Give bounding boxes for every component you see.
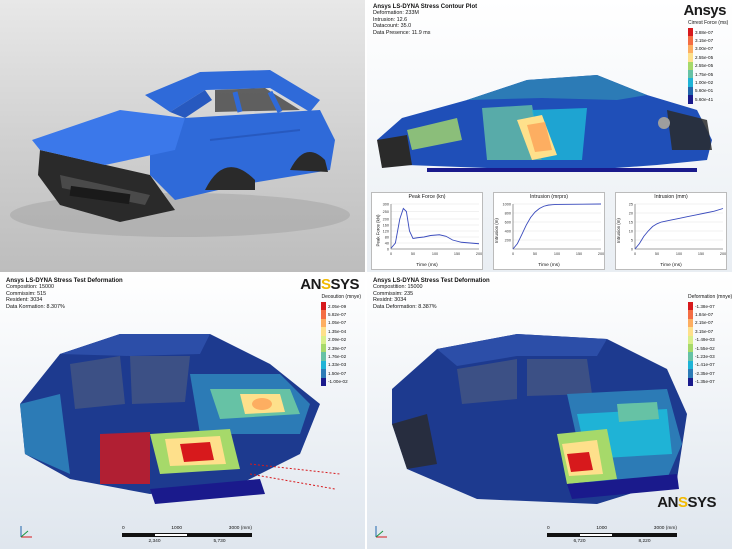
scale-value: 5,730: [213, 539, 226, 544]
y-tick-label: 200: [383, 218, 389, 222]
panel-car-render: [0, 0, 365, 272]
scale-tick: 3000 (mm): [653, 526, 677, 531]
panel-divider: [365, 0, 367, 549]
front-crash-car: [20, 334, 341, 504]
rear-crash-car: [392, 334, 687, 504]
scale-tick: 1000: [171, 526, 183, 531]
y-tick-label: 25: [629, 203, 633, 207]
x-tick-label: 0: [512, 252, 514, 256]
scale-bar-graphic: [547, 533, 677, 537]
ansys-logo-text: AN: [300, 276, 321, 293]
chart-xlabel: Time (ms): [416, 263, 438, 268]
axis-triad: [18, 524, 34, 540]
scale-value: 2,340: [148, 539, 161, 544]
axis-triad: [373, 524, 389, 540]
chart-plot-area: 0 5 10 15 20 25 0 50 100 150 200: [629, 203, 726, 257]
chart-title: Intrusion (mrprs): [529, 194, 569, 200]
scale-value: 8,220: [638, 539, 651, 544]
y-tick-label: 200: [505, 239, 511, 243]
x-tick-label: 150: [576, 252, 582, 256]
x-tick-label: 50: [411, 252, 415, 256]
chart-axes: [512, 204, 601, 250]
y-tick-label: 10: [629, 230, 633, 234]
scale-tick: 0: [122, 526, 125, 531]
y-tick-label: 20: [629, 212, 633, 216]
chart-peak-force: Peak Force (kn) Peak Force (kN) 0 40 80 120…: [371, 192, 483, 270]
panel-divider: [0, 272, 732, 274]
panel-stress-contour: Ansys LS-DYNA Stress Contour Plot Deform…: [367, 0, 732, 272]
y-tick-label: 250: [383, 210, 389, 214]
y-tick-label: 0: [387, 248, 389, 252]
y-tick-label: 40: [385, 242, 389, 246]
y-tick-label: 120: [383, 230, 389, 234]
scale-tick: 0: [547, 526, 550, 531]
ansys-logo: ANSSYS: [657, 494, 716, 511]
scale-bar: 0 1000 3000 (mm) 6,720 8,220: [547, 526, 677, 549]
chart-axes: [634, 204, 723, 250]
scale-values: 2,340 5,730: [122, 539, 252, 544]
series-line: [634, 208, 724, 250]
y-tick-label: 600: [505, 221, 511, 225]
series-line: [390, 207, 480, 249]
scale-bar-graphic: [122, 533, 252, 537]
axis-triad-icon: [375, 526, 387, 538]
y-tick-label: 800: [505, 212, 511, 216]
scale-ticks: 0 1000 3000 (mm): [122, 526, 252, 531]
x-tick-label: 0: [390, 252, 392, 256]
x-tick-label: 50: [533, 252, 537, 256]
scale-value: 6,720: [573, 539, 586, 544]
chart-title: Peak Force (kn): [408, 194, 446, 200]
y-tick-label: 5: [631, 239, 633, 243]
y-tick-label: 0: [631, 248, 633, 252]
x-tick-label: 100: [554, 252, 560, 256]
chart-xlabel: Time (ms): [538, 263, 560, 268]
chart-plot-area: 0 40 80 120 160 200 250 300 0 50 100 150 200: [383, 203, 483, 257]
ansys-logo-text: SYS: [330, 276, 359, 293]
x-tick-label: 100: [432, 252, 438, 256]
chart-intrusion-mm: Intrusion (mm) Intrusion (m) 0 5 10 15 20 25 0…: [615, 192, 727, 270]
y-tick-label: 160: [383, 224, 389, 228]
series-line: [512, 203, 602, 250]
panel-front-deformation: Ansys LS-DYNA Stress Test Deformation Co…: [0, 274, 365, 549]
scale-tick: 1000: [596, 526, 608, 531]
ansys-logo-text: SYS: [687, 494, 716, 511]
panel-rear-deformation: Ansys LS-DYNA Stress Test Deformation Co…: [367, 274, 732, 549]
axis-triad-icon: [20, 526, 32, 538]
x-tick-label: 200: [598, 252, 604, 256]
ansys-logo: ANSSYS: [300, 276, 359, 293]
car-render-illustration: [10, 70, 350, 237]
y-tick-label: 400: [505, 230, 511, 234]
chart-intrusion-mrprs: Intrusion (mrprs) Intrusion (m) 200 400 60…: [493, 192, 605, 270]
x-tick-label: 150: [454, 252, 460, 256]
y-tick-label: 15: [629, 221, 633, 225]
x-tick-label: 100: [676, 252, 682, 256]
render-grid: Ansys LS-DYNA Stress Contour Plot Deform…: [0, 0, 732, 549]
x-tick-label: 200: [476, 252, 482, 256]
scale-tick: 3000 (mm): [228, 526, 252, 531]
x-tick-label: 150: [698, 252, 704, 256]
scale-bar: 0 1000 3000 (mm) 2,340 5,730: [122, 526, 252, 549]
y-tick-label: 300: [383, 203, 389, 207]
chart-plot-area: 200 400 600 800 1000 0 50 100 150 200: [503, 203, 605, 257]
y-tick-label: 1000: [503, 203, 511, 207]
x-tick-label: 50: [655, 252, 659, 256]
scale-values: 6,720 8,220: [547, 539, 677, 544]
stress-contour-car: [377, 75, 712, 172]
chart-title: Intrusion (mm): [654, 194, 688, 200]
y-tick-label: 80: [385, 236, 389, 240]
ansys-logo-text: AN: [657, 494, 678, 511]
x-tick-label: 0: [634, 252, 636, 256]
chart-xlabel: Time (ms): [660, 263, 682, 268]
scale-ticks: 0 1000 3000 (mm): [547, 526, 677, 531]
x-tick-label: 200: [720, 252, 726, 256]
